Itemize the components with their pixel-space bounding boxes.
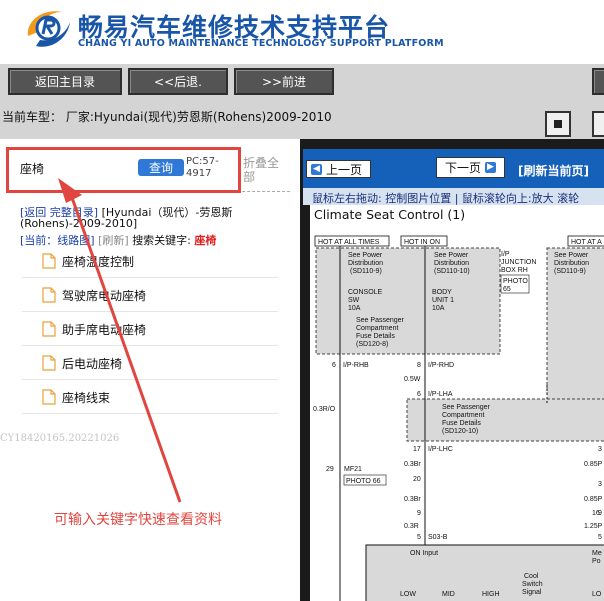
- diagram-label: Signal: [522, 589, 542, 596]
- diagram-label: Compartment: [442, 412, 484, 419]
- next-page-label: 下一页: [445, 161, 482, 175]
- prev-page-button[interactable]: ◀ 上一页: [306, 160, 371, 178]
- diagram-label: SW: [348, 297, 360, 304]
- diagram-label: 5: [417, 534, 421, 541]
- diagram-label: 0.5W: [404, 376, 421, 383]
- diagram-label: See Power: [348, 252, 383, 259]
- diagram-label: HIGH: [482, 591, 500, 598]
- diagram-label: S03-B: [428, 534, 448, 541]
- diagram-label: (SD110-10): [434, 268, 470, 275]
- diagram-label: Cool: [524, 573, 539, 580]
- diagram-label: See Passenger: [442, 404, 491, 411]
- diagram-label: I/P-LHA: [428, 391, 453, 398]
- diagram-label: 0.85P: [584, 496, 603, 503]
- diagram-label: 0.3R: [404, 523, 419, 530]
- diagram-label: See Power: [554, 252, 589, 259]
- diagram-label: 0.3R/O: [313, 406, 336, 413]
- prev-page-label: 上一页: [326, 162, 363, 177]
- diagram-label: 3: [598, 481, 602, 488]
- diagram-label: Distribution: [348, 260, 383, 267]
- diagram-label: Switch: [522, 581, 543, 588]
- diagram-label: 3: [598, 446, 602, 453]
- diagram-label: I/P-LHC: [428, 446, 453, 453]
- diagram-label: 8: [417, 362, 421, 369]
- diagram-label: 10A: [348, 305, 361, 312]
- arrow-right-icon: ▶: [485, 162, 497, 173]
- diagram-label: 9: [417, 510, 421, 517]
- diagram-label: See Power: [434, 252, 469, 259]
- diagram-label: PHOTO: [503, 278, 528, 285]
- diagram-label: I/P-RHB: [343, 362, 369, 369]
- hint-text: 鼠标左右拖动: 控制图片位置 | 鼠标滚轮向上:放大 滚轮: [312, 192, 580, 205]
- diagram-label: Distribution: [434, 260, 469, 267]
- diagram-label: 5: [598, 534, 602, 541]
- diagram-label: CONSOLE: [348, 289, 383, 296]
- diagram-label: 0.85P: [584, 461, 603, 468]
- diagram-label: (SD110-9): [350, 268, 382, 275]
- diagram-label: (SD120-10): [442, 428, 478, 435]
- diagram-label: ON Input: [410, 550, 438, 557]
- diagram-label: 0.3Br: [404, 496, 421, 503]
- diagram-label: 16: [592, 510, 600, 517]
- diagram-label: JUNCTION: [501, 259, 536, 266]
- wiring-diagram[interactable]: HOT AT ALL TIMES HOT IN ON HOT AT A See …: [310, 205, 604, 601]
- diagram-label: 20: [413, 476, 421, 483]
- diagram-label: Compartment: [356, 325, 398, 332]
- diagram-label: BODY: [432, 289, 452, 296]
- diagram-label: 0.3Br: [404, 461, 421, 468]
- diagram-label: MID: [442, 591, 455, 598]
- diagram-label: 10A: [432, 305, 445, 312]
- diagram-label: See Passenger: [356, 317, 405, 324]
- diagram-label: HOT IN ON: [404, 239, 440, 246]
- diagram-label: HOT AT ALL TIMES: [318, 239, 380, 246]
- diagram-label: LO: [592, 591, 602, 598]
- diagram-title: Climate Seat Control (1): [314, 207, 466, 222]
- diagram-label: HOT AT A: [571, 239, 602, 246]
- diagram-label: UNIT 1: [432, 297, 454, 304]
- diagram-label: I/P-RHD: [428, 362, 454, 369]
- diagram-label: (SD110-9): [554, 268, 586, 275]
- diagram-label: LOW: [400, 591, 416, 598]
- refresh-page-button[interactable]: [刷新当前页]: [518, 162, 589, 179]
- diagram-label: Po: [592, 558, 601, 565]
- diagram-label: 65: [503, 286, 511, 293]
- diagram-label: PHOTO 66: [346, 478, 381, 485]
- diagram-label: I/P: [501, 251, 510, 258]
- diagram-label: Fuse Details: [442, 420, 481, 427]
- diagram-label: 6: [417, 391, 421, 398]
- diagram-label: Distribution: [554, 260, 589, 267]
- diagram-label: 29: [326, 466, 334, 473]
- arrow-left-icon: ◀: [311, 163, 322, 175]
- diagram-label: (SD120-8): [356, 341, 388, 348]
- diagram-label: Fuse Details: [356, 333, 395, 340]
- next-page-button[interactable]: 下一页 ▶: [436, 157, 505, 178]
- diagram-label: 6: [332, 362, 336, 369]
- diagram-label: MF21: [344, 466, 362, 473]
- diagram-label: Me: [592, 550, 602, 557]
- diagram-label: 1.25P: [584, 523, 603, 530]
- diagram-label: BOX RH: [501, 267, 528, 274]
- diagram-label: 17: [413, 446, 421, 453]
